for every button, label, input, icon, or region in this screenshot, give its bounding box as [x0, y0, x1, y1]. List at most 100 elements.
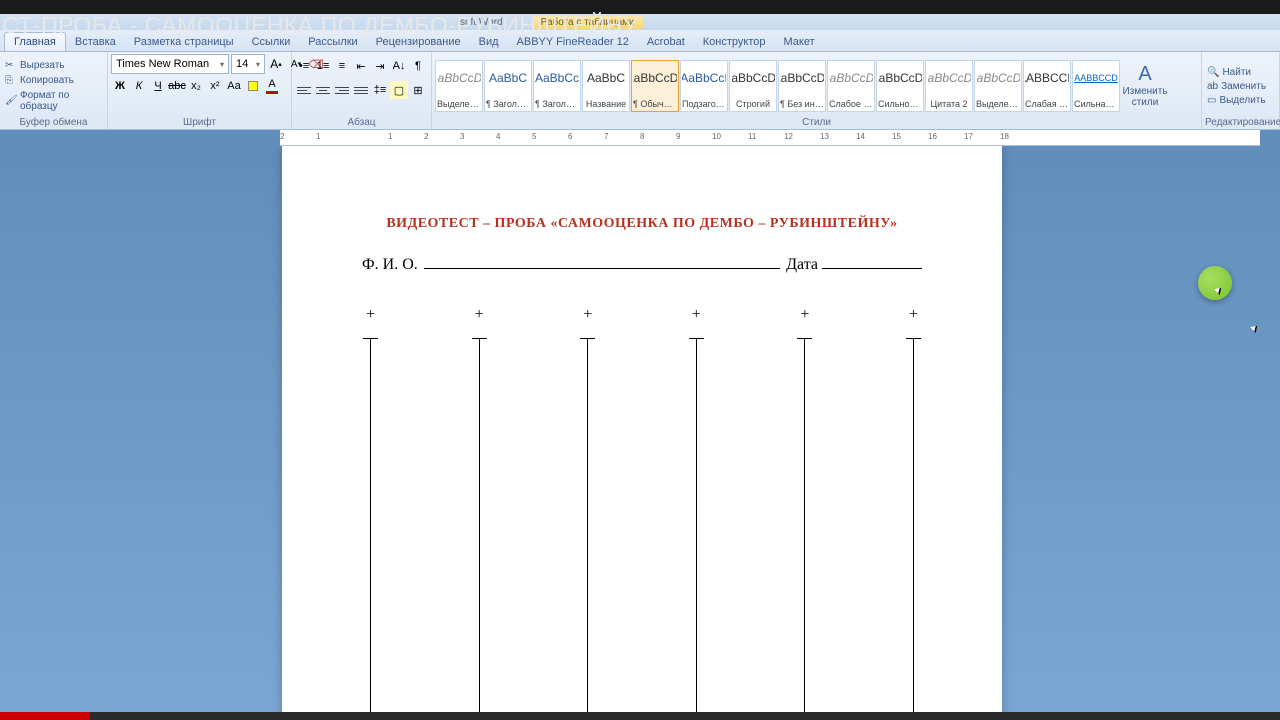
replace-button[interactable]: abЗаменить	[1205, 80, 1268, 93]
font-size-combo[interactable]: 14▾	[231, 54, 265, 74]
change-styles-icon: A	[1138, 63, 1151, 86]
styles-group-label: Стили	[435, 117, 1198, 129]
style-tile[interactable]: AaBbCcDc¶ Без инте...	[778, 60, 826, 112]
align-right-button[interactable]	[333, 81, 351, 99]
style-preview: AABBCCD	[1074, 63, 1118, 93]
grow-font-button[interactable]: A▴	[267, 55, 285, 73]
ruler-mark: 6	[568, 132, 572, 141]
scissors-icon: ✂	[5, 60, 17, 72]
borders-button[interactable]: ⊞	[409, 81, 427, 99]
style-name: Сильное ...	[878, 99, 922, 109]
bullets-button[interactable]: •≡	[295, 57, 313, 75]
find-button[interactable]: 🔍Найти	[1205, 66, 1268, 79]
style-preview: AaBbCcI	[682, 63, 726, 93]
scale-column: +	[800, 306, 809, 712]
justify-button[interactable]	[352, 81, 370, 99]
style-name: Выделение	[437, 99, 481, 109]
plus-mark: +	[800, 306, 809, 324]
style-tile[interactable]: AaBbC¶ Заголов...	[484, 60, 532, 112]
change-case-button[interactable]: Aa	[225, 77, 243, 95]
sort-button[interactable]: A↓	[390, 57, 408, 75]
recording-cursor-highlight	[1198, 266, 1232, 300]
style-tile[interactable]: AaBbCcDcСлабое в...	[827, 60, 875, 112]
style-name: Выделенн...	[976, 99, 1020, 109]
tab-конструктор[interactable]: Конструктор	[694, 33, 775, 51]
style-preview: AaBbCcDc	[633, 63, 677, 93]
format-painter-button[interactable]: 🖌Формат по образцу	[3, 89, 104, 113]
ruler-mark: 9	[676, 132, 680, 141]
style-tile[interactable]: AaBbCcDc¶ Обычный	[631, 60, 679, 112]
align-center-button[interactable]	[314, 81, 332, 99]
ruler-mark: 8	[640, 132, 644, 141]
cut-button[interactable]: ✂Вырезать	[3, 59, 104, 73]
style-tile[interactable]: AaBbCc ¶ Заголов...	[533, 60, 581, 112]
subscript-button[interactable]: x₂	[187, 77, 205, 95]
replace-label: Заменить	[1221, 81, 1266, 92]
paragraph-group: •≡ 1≡ ≡ ⇤ ⇥ A↓ ¶ ‡≡ ▢ ⊞ Абзац	[292, 52, 432, 129]
style-preview: AaBbCc	[535, 63, 579, 93]
scale-bar	[913, 338, 914, 712]
paragraph-group-label: Абзац	[295, 117, 428, 129]
show-marks-button[interactable]: ¶	[409, 57, 427, 75]
style-tile[interactable]: AaBbCcDcСильное ...	[876, 60, 924, 112]
scales-row: ++++++	[362, 306, 922, 712]
style-tile[interactable]: AaBbCcDcВыделенн...	[974, 60, 1022, 112]
increase-indent-button[interactable]: ⇥	[371, 57, 389, 75]
decrease-indent-button[interactable]: ⇤	[352, 57, 370, 75]
style-name: Строгий	[731, 99, 775, 109]
video-progress-bar[interactable]	[0, 712, 1280, 720]
video-progress-fill	[0, 712, 90, 720]
strike-button[interactable]: abc	[168, 77, 186, 95]
align-left-button[interactable]	[295, 81, 313, 99]
style-tile[interactable]: AaBbCcIПодзагол...	[680, 60, 728, 112]
style-tile[interactable]: AaBbCНазвание	[582, 60, 630, 112]
style-tile[interactable]: AABBCCDСлабая сс...	[1023, 60, 1071, 112]
font-color-button[interactable]: A	[263, 77, 281, 95]
superscript-button[interactable]: x²	[206, 77, 224, 95]
change-styles-button[interactable]: A Изменить стили	[1122, 61, 1168, 110]
scale-column: +	[366, 306, 375, 712]
chevron-down-icon: ▾	[220, 60, 224, 69]
scale-column: +	[475, 306, 484, 712]
italic-button[interactable]: К	[130, 77, 148, 95]
select-button[interactable]: ▭Выделить	[1205, 94, 1268, 107]
shading-button[interactable]: ▢	[390, 81, 408, 99]
ruler-mark: 17	[964, 132, 973, 141]
multilevel-button[interactable]: ≡	[333, 57, 351, 75]
font-name-value: Times New Roman	[116, 58, 209, 70]
tab-acrobat[interactable]: Acrobat	[638, 33, 694, 51]
scale-bar	[587, 338, 588, 712]
style-name: Слабая сс...	[1025, 99, 1069, 109]
copy-button[interactable]: ⎘Копировать	[3, 74, 104, 88]
ruler-mark: 5	[532, 132, 536, 141]
underline-button[interactable]: Ч	[149, 77, 167, 95]
highlight-button[interactable]	[244, 77, 262, 95]
copy-label: Копировать	[20, 75, 74, 86]
font-name-combo[interactable]: Times New Roman ▾	[111, 54, 229, 74]
document-area[interactable]: ВИДЕОТЕСТ – ПРОБА «САМООЦЕНКА ПО ДЕМБО –…	[0, 146, 1280, 712]
style-tile[interactable]: AaBbCcDcВыделение	[435, 60, 483, 112]
scale-bar	[370, 338, 371, 712]
style-name: ¶ Заголов...	[535, 99, 579, 109]
style-tile[interactable]: AaBbCcDdСтрогий	[729, 60, 777, 112]
scale-bar	[804, 338, 805, 712]
ruler-mark: 12	[784, 132, 793, 141]
line-spacing-button[interactable]: ‡≡	[371, 81, 389, 99]
select-icon: ▭	[1207, 95, 1216, 106]
scale-bar	[696, 338, 697, 712]
ruler-mark: 10	[712, 132, 721, 141]
plus-mark: +	[583, 306, 592, 324]
style-name: Сильная с...	[1074, 99, 1118, 109]
ruler-mark: 7	[604, 132, 608, 141]
style-name: ¶ Без инте...	[780, 99, 824, 109]
style-tile[interactable]: AABBCCD Сильная с...	[1072, 60, 1120, 112]
bold-button[interactable]: Ж	[111, 77, 129, 95]
horizontal-ruler[interactable]: 21123456789101112131415161718	[280, 130, 1260, 146]
numbering-button[interactable]: 1≡	[314, 57, 332, 75]
page: ВИДЕОТЕСТ – ПРОБА «САМООЦЕНКА ПО ДЕМБО –…	[282, 146, 1002, 712]
change-styles-label: Изменить стили	[1122, 86, 1167, 108]
tab-макет[interactable]: Макет	[774, 33, 823, 51]
clipboard-group-label: Буфер обмена	[3, 117, 104, 129]
scale-column: +	[583, 306, 592, 712]
style-tile[interactable]: AaBbCcDcЦитата 2	[925, 60, 973, 112]
